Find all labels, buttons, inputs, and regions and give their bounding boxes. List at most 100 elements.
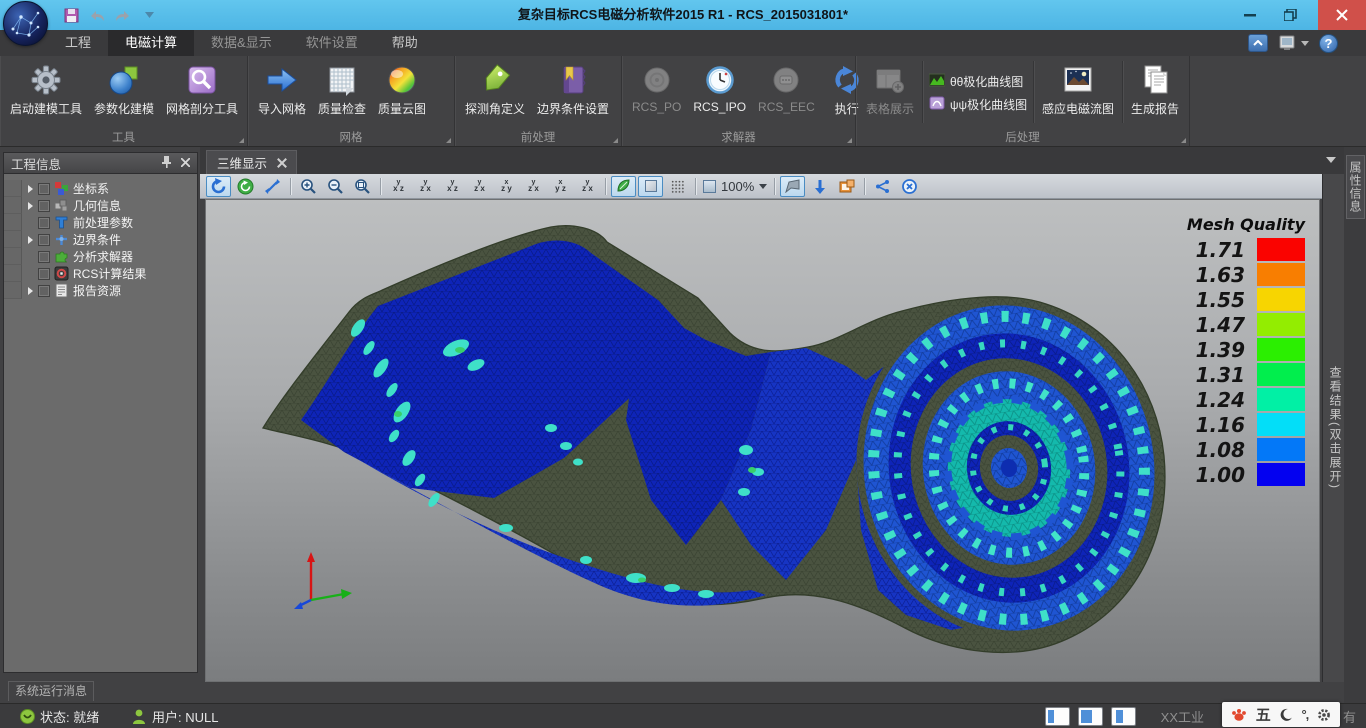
points-mode-button[interactable]	[665, 176, 690, 197]
restore-button[interactable]	[1274, 0, 1306, 30]
zoom-dropdown-icon[interactable]	[759, 184, 767, 189]
button-label: 探测角定义	[465, 100, 525, 117]
zoom-level-control[interactable]: 100%	[703, 179, 767, 194]
tab-settings[interactable]: 软件设置	[289, 30, 375, 56]
induced-current-map-button[interactable]: 感应电磁流图	[1036, 58, 1120, 128]
view-front-button[interactable]: yx z	[386, 176, 411, 197]
group-expand-icon[interactable]	[1181, 138, 1186, 143]
layout-left-panel-icon[interactable]	[1045, 707, 1070, 726]
tree-checkbox[interactable]	[38, 251, 50, 263]
tree-item-solver[interactable]: 分析求解器	[4, 248, 197, 265]
tree-checkbox[interactable]	[38, 183, 50, 195]
layout-split-icon[interactable]	[1078, 707, 1103, 726]
ime-toolbar[interactable]: 五 °,	[1222, 702, 1340, 727]
tab-project[interactable]: 工程	[48, 30, 108, 56]
tree-checkbox[interactable]	[38, 285, 50, 297]
zoom-window-button[interactable]	[350, 176, 375, 197]
app-logo[interactable]	[3, 1, 48, 46]
boundary-settings-button[interactable]: 边界条件设置	[531, 58, 615, 128]
view-iso2-button[interactable]: yz x	[575, 176, 600, 197]
tab-help[interactable]: 帮助	[375, 30, 435, 56]
theta-polarization-curve-button[interactable]: θθ极化曲线图	[929, 73, 1027, 90]
title-bar: 复杂目标RCS电磁分析软件2015 R1 - RCS_2015031801*	[0, 0, 1366, 30]
launch-modeler-button[interactable]: 启动建模工具	[4, 58, 88, 128]
help-icon[interactable]: ?	[1319, 34, 1338, 53]
tree-item-report-resources[interactable]: 报告资源	[4, 282, 197, 299]
axis-triad	[294, 552, 352, 609]
close-view-icon[interactable]	[897, 176, 922, 197]
tab-em-compute[interactable]: 电磁计算	[108, 30, 194, 56]
spin-view-button[interactable]	[233, 176, 258, 197]
close-button[interactable]	[1318, 0, 1366, 30]
tree-item-geometry-info[interactable]: 几何信息	[4, 197, 197, 214]
user-icon	[132, 709, 146, 724]
fit-view-button[interactable]	[260, 176, 285, 197]
expand-arrow-icon[interactable]	[22, 185, 38, 193]
ime-settings-gear-icon[interactable]	[1317, 708, 1331, 722]
shaded-mode-button[interactable]	[611, 176, 636, 197]
tree-item-boundary-conditions[interactable]: 边界条件	[4, 231, 197, 248]
meshing-tool-button[interactable]: 网格剖分工具	[160, 58, 244, 128]
import-mesh-button[interactable]: 导入网格	[252, 58, 312, 128]
zoom-in-button[interactable]	[296, 176, 321, 197]
legend-value: 1.00	[1196, 465, 1245, 485]
quality-check-button[interactable]: 质量检查	[312, 58, 372, 128]
property-info-tab[interactable]: 属性信息	[1346, 155, 1365, 219]
results-collapsed-panel[interactable]: 查看结果(双击展开)	[1322, 174, 1344, 682]
view-top-button[interactable]: xz y	[494, 176, 519, 197]
collapse-ribbon-icon[interactable]	[1248, 34, 1268, 52]
minimize-button[interactable]	[1234, 0, 1266, 30]
tree-checkbox[interactable]	[38, 268, 50, 280]
grid-sheet-icon	[326, 62, 358, 98]
button-label: 启动建模工具	[10, 100, 82, 117]
display-style-icon[interactable]	[1278, 34, 1309, 52]
coordinate-system-icon	[54, 181, 69, 196]
rotate-view-button[interactable]	[206, 176, 231, 197]
tab-label: 三维显示	[217, 153, 267, 172]
rcs-ipo-button[interactable]: RCS_IPO	[687, 58, 752, 128]
ime-mode-label[interactable]: 五	[1256, 704, 1271, 725]
psi-polarization-curve-button[interactable]: ψψ极化曲线图	[929, 96, 1027, 113]
probe-angle-button[interactable]: 探测角定义	[459, 58, 531, 128]
tab-3d-display[interactable]: 三维显示	[206, 150, 297, 174]
expand-arrow-icon[interactable]	[22, 287, 38, 295]
expand-arrow-icon[interactable]	[22, 236, 38, 244]
group-expand-icon[interactable]	[446, 138, 451, 143]
tab-list-dropdown-icon[interactable]	[1326, 157, 1336, 163]
tab-data-display[interactable]: 数据&显示	[194, 30, 289, 56]
view-back-button[interactable]: yz x	[413, 176, 438, 197]
expand-arrow-icon[interactable]	[22, 202, 38, 210]
group-expand-icon[interactable]	[847, 138, 852, 143]
group-expand-icon[interactable]	[613, 138, 618, 143]
zoom-out-button[interactable]	[323, 176, 348, 197]
view-left-button[interactable]: yx z	[440, 176, 465, 197]
view-bottom-button[interactable]: yz x	[521, 176, 546, 197]
window-copy-button[interactable]	[834, 176, 859, 197]
ime-moon-icon[interactable]	[1280, 708, 1293, 721]
tree-item-coordinate-system[interactable]: 坐标系	[4, 180, 197, 197]
mesh-model-3d[interactable]	[206, 200, 1320, 682]
drop-down-view-button[interactable]	[807, 176, 832, 197]
section-view-button[interactable]	[780, 176, 805, 197]
tree-checkbox[interactable]	[38, 234, 50, 246]
ribbon-group-postprocess: 表格展示 θθ极化曲线图 ψψ极化曲线图	[856, 56, 1190, 146]
wireframe-mode-button[interactable]	[638, 176, 663, 197]
ime-punctuation-icon[interactable]: °,	[1301, 707, 1308, 722]
tree-checkbox[interactable]	[38, 200, 50, 212]
tree-item-preprocess-params[interactable]: 前处理参数	[4, 214, 197, 231]
view-right-button[interactable]: yz x	[467, 176, 492, 197]
panel-close-icon[interactable]	[181, 156, 190, 170]
system-messages-tab[interactable]: 系统运行消息	[8, 681, 94, 701]
viewport-3d[interactable]: Mesh Quality 1.71 1.63 1.55 1.47 1.39 1.…	[205, 199, 1320, 682]
tree-item-rcs-results[interactable]: RCS计算结果	[4, 265, 197, 282]
tree-checkbox[interactable]	[38, 217, 50, 229]
generate-report-button[interactable]: 生成报告	[1125, 58, 1185, 128]
group-expand-icon[interactable]	[239, 138, 244, 143]
view-iso1-button[interactable]: xy z	[548, 176, 573, 197]
quality-contour-button[interactable]: 质量云图	[372, 58, 432, 128]
tab-close-icon[interactable]	[277, 158, 286, 167]
pin-icon[interactable]	[162, 156, 171, 171]
parametric-modeling-button[interactable]: 参数化建模	[88, 58, 160, 128]
share-icon[interactable]	[870, 176, 895, 197]
layout-full-icon[interactable]	[1111, 707, 1136, 726]
